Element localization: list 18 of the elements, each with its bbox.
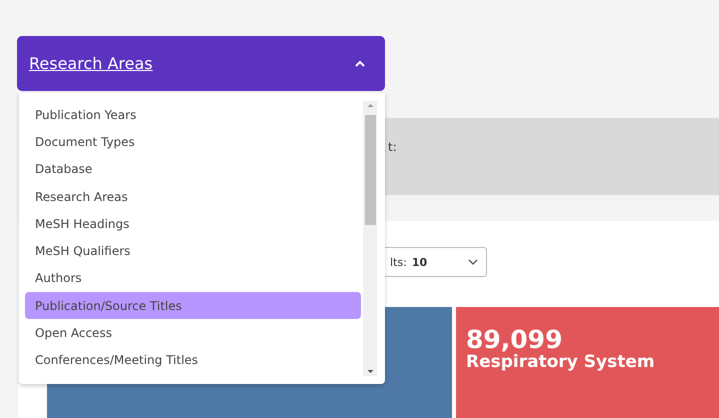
dropdown-option[interactable]: Open Access bbox=[25, 319, 361, 347]
dropdown-option[interactable]: Database bbox=[25, 156, 361, 183]
chevron-down-icon bbox=[468, 259, 478, 265]
dropdown-option[interactable]: Conferences/Meeting Titles bbox=[25, 346, 361, 374]
dropdown-title: Research Areas bbox=[29, 54, 153, 73]
scroll-up-icon[interactable] bbox=[366, 101, 374, 109]
scroll-down-icon[interactable] bbox=[366, 368, 374, 376]
dropdown-header[interactable]: Research Areas bbox=[17, 36, 385, 91]
dropdown-option[interactable]: Research Areas bbox=[25, 182, 361, 210]
dropdown-option[interactable]: Document Types bbox=[25, 128, 361, 156]
band-label: t: bbox=[388, 140, 397, 156]
tile-value: 89,099 bbox=[466, 327, 564, 352]
dropdown-option[interactable]: MeSH Headings bbox=[25, 210, 361, 238]
tile-label: Respiratory System bbox=[466, 352, 656, 372]
dropdown-option[interactable]: Publication/Source Titles bbox=[25, 292, 361, 320]
treemap-tile[interactable]: 89,099 Respiratory System bbox=[456, 307, 719, 418]
dropdown-option[interactable]: Publication Years bbox=[25, 101, 361, 128]
scrollbar[interactable] bbox=[363, 101, 377, 376]
